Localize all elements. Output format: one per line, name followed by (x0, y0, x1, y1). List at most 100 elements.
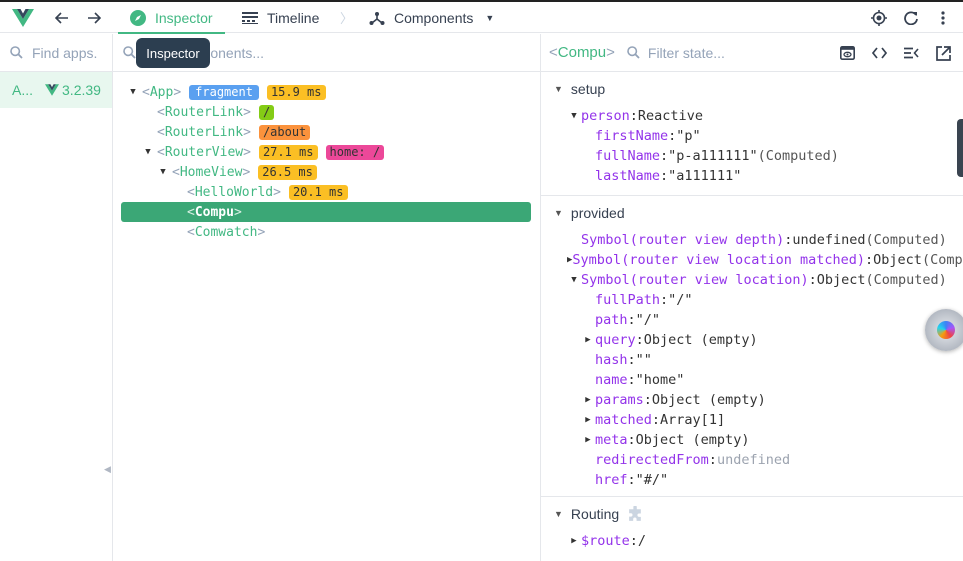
open-external-icon[interactable] (933, 42, 953, 64)
more-vert-icon[interactable] (933, 7, 953, 29)
filter-state-input[interactable] (647, 44, 788, 61)
forward-arrow-icon[interactable] (84, 8, 104, 28)
collapsed-arrow-icon[interactable]: ▶ (581, 395, 595, 405)
component-name: App (149, 84, 174, 100)
tag-bracket: < (157, 104, 165, 120)
section-title: provided (570, 205, 625, 221)
state-value: Object (empty) (635, 432, 750, 448)
tree-node[interactable]: ▼ < RouterView >27.1 ms home: / (113, 142, 540, 162)
section-header[interactable]: ▼ Routing (541, 497, 963, 531)
state-row[interactable]: ▶ query: Object (empty) (541, 330, 963, 350)
state-row[interactable]: ▶ meta: Object (empty) (541, 430, 963, 450)
state-value: "p-a111111" (668, 148, 758, 164)
side-drawer-handle[interactable] (957, 119, 963, 177)
tree-node[interactable]: < RouterLink > / (113, 102, 540, 122)
state-value: "p" (676, 128, 701, 144)
key-separator: : (629, 533, 638, 549)
expand-arrow-icon[interactable]: ▼ (142, 147, 154, 157)
section-header[interactable]: ▼ setup (541, 72, 963, 106)
state-value: Reactive (637, 108, 703, 124)
state-key: lastName (595, 168, 661, 184)
expanded-arrow-icon[interactable]: ▼ (567, 111, 581, 121)
tab-label: Components (394, 9, 474, 26)
state-value: "/" (668, 292, 693, 308)
state-row: name: "home" (541, 370, 963, 390)
tree-node[interactable]: ▼ < HomeView >26.5 ms (113, 162, 540, 182)
collapse-arrow-icon[interactable]: ▼ (554, 509, 563, 519)
state-section: ▼ setup ▼ person: Reactive firstName: "p" ful… (541, 72, 963, 196)
component-name: RouterLink (164, 124, 244, 140)
collapse-panel-handle-icon[interactable]: ◀ (104, 464, 111, 475)
state-row[interactable]: ▶ $route: / (541, 531, 963, 551)
state-key: meta (595, 432, 628, 448)
tab-inspector[interactable]: Inspector (118, 2, 225, 34)
collapsed-arrow-icon[interactable]: ▶ (581, 415, 595, 425)
tab-label: Timeline (267, 9, 320, 26)
render-time-badge: 27.1 ms (258, 144, 318, 160)
tab-timeline[interactable]: Timeline (242, 2, 319, 33)
collapse-arrow-icon[interactable]: ▼ (554, 208, 563, 218)
state-row: hash: "" (541, 350, 963, 370)
state-row: Symbol(router view depth): undefined (Co… (541, 230, 963, 250)
state-row[interactable]: ▶ params: Object (empty) (541, 390, 963, 410)
state-row: lastName: "a111111" (541, 166, 963, 186)
back-arrow-icon[interactable] (52, 8, 72, 28)
state-key: name (595, 372, 628, 388)
tag-bracket: < (157, 144, 165, 160)
tree-node[interactable]: < Compu > (121, 202, 531, 222)
collapsed-arrow-icon[interactable]: ▶ (581, 335, 595, 345)
state-row[interactable]: ▶ Symbol(router view location matched): O… (541, 250, 963, 270)
state-value: "home" (635, 372, 685, 388)
collapse-list-icon[interactable] (901, 42, 921, 64)
state-key: href (595, 472, 628, 488)
render-time-badge: 26.5 ms (258, 164, 317, 180)
code-icon[interactable] (869, 42, 889, 64)
state-key: params (595, 392, 644, 408)
tag-bracket: > (173, 84, 182, 100)
tab-components[interactable]: Components ▼ (369, 2, 494, 33)
computed-note: (Computed) (757, 148, 839, 164)
section-rows: ▼ person: Reactive firstName: "p" fullName:… (541, 106, 963, 195)
plugin-puzzle-icon (627, 505, 644, 523)
state-key: query (595, 332, 636, 348)
state-value: "" (635, 352, 652, 368)
vue-logo-icon (45, 84, 60, 96)
tag-bracket: > (257, 224, 266, 240)
expanded-arrow-icon[interactable]: ▼ (567, 275, 581, 285)
tree-node[interactable]: < RouterLink > /about (113, 122, 540, 142)
component-name: Comwatch (194, 224, 258, 240)
floating-assistant-button[interactable] (925, 309, 963, 351)
state-row[interactable]: ▶ matched: Array[1] (541, 410, 963, 430)
tooltip: Inspector (136, 38, 210, 68)
tag-bracket: < (187, 184, 195, 200)
section-rows: ▶ $route: / (541, 531, 963, 557)
tree-node[interactable]: < HelloWorld >20.1 ms (113, 182, 540, 202)
component-tree: ▼ < App > fragment 15.9 ms < RouterLink > / < Route… (113, 72, 540, 242)
collapsed-arrow-icon[interactable]: ▶ (567, 536, 581, 546)
refresh-icon[interactable] (901, 7, 921, 29)
component-name: RouterLink (164, 104, 244, 120)
key-separator: : (660, 168, 669, 184)
chevron-down-icon[interactable]: ▼ (485, 13, 494, 23)
state-row[interactable]: ▼ Symbol(router view location): Object (C… (541, 270, 963, 290)
target-icon[interactable] (869, 7, 889, 29)
component-name: HomeView (179, 164, 243, 180)
search-icon (10, 46, 23, 59)
expand-arrow-icon[interactable]: ▼ (127, 87, 139, 97)
app-list-item[interactable]: A... 3.2.39 (0, 72, 112, 108)
computed-note: (Computed) (865, 272, 947, 288)
expand-arrow-icon[interactable]: ▼ (157, 167, 169, 177)
tree-node[interactable]: ▼ < App > fragment 15.9 ms (113, 82, 540, 102)
tag-bracket: < (187, 224, 195, 240)
tag-bracket: > (243, 104, 251, 120)
collapse-arrow-icon[interactable]: ▼ (554, 84, 563, 94)
state-row[interactable]: ▼ person: Reactive (541, 106, 963, 126)
tree-node[interactable]: < Comwatch > (113, 222, 540, 242)
section-header[interactable]: ▼ provided (541, 196, 963, 230)
tag-bracket: < (157, 124, 165, 140)
state-section: ▼ provided Symbol(router view depth): unde… (541, 196, 963, 497)
state-row: redirectedFrom: undefined (541, 450, 963, 470)
eye-screen-icon[interactable] (837, 42, 857, 64)
collapsed-arrow-icon[interactable]: ▶ (581, 435, 595, 445)
apps-search-input[interactable] (32, 44, 107, 61)
